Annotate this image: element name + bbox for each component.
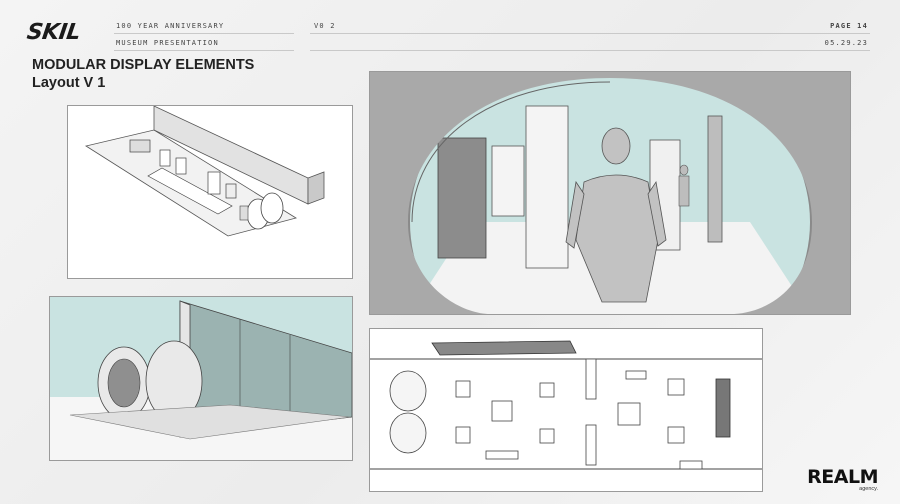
header-divider <box>310 50 870 51</box>
page-number: PAGE 14 <box>830 22 868 30</box>
render-isometric-overview <box>67 105 353 279</box>
render-top-plan <box>369 328 763 492</box>
page-title: MODULAR DISPLAY ELEMENTS Layout V 1 <box>32 56 254 92</box>
header-divider <box>310 33 870 34</box>
realm-agency-logo: REALM <box>807 466 878 488</box>
header-project-title: 100 YEAR ANNIVERSARY <box>116 22 225 30</box>
header-divider <box>114 50 294 51</box>
header-date: 05.29.23 <box>824 39 868 47</box>
render-exterior-perspective <box>49 296 353 461</box>
header-version: V0 2 <box>314 22 336 30</box>
realm-agency-subtext: agency. <box>859 486 878 492</box>
page-title-main: MODULAR DISPLAY ELEMENTS <box>32 57 255 73</box>
header-project-subtitle: MUSEUM PRESENTATION <box>116 39 219 47</box>
skil-logo: SKIL <box>25 20 82 45</box>
page-title-sub: Layout V 1 <box>32 75 106 91</box>
header-divider <box>114 33 294 34</box>
render-perspective-circle-view <box>369 71 851 315</box>
